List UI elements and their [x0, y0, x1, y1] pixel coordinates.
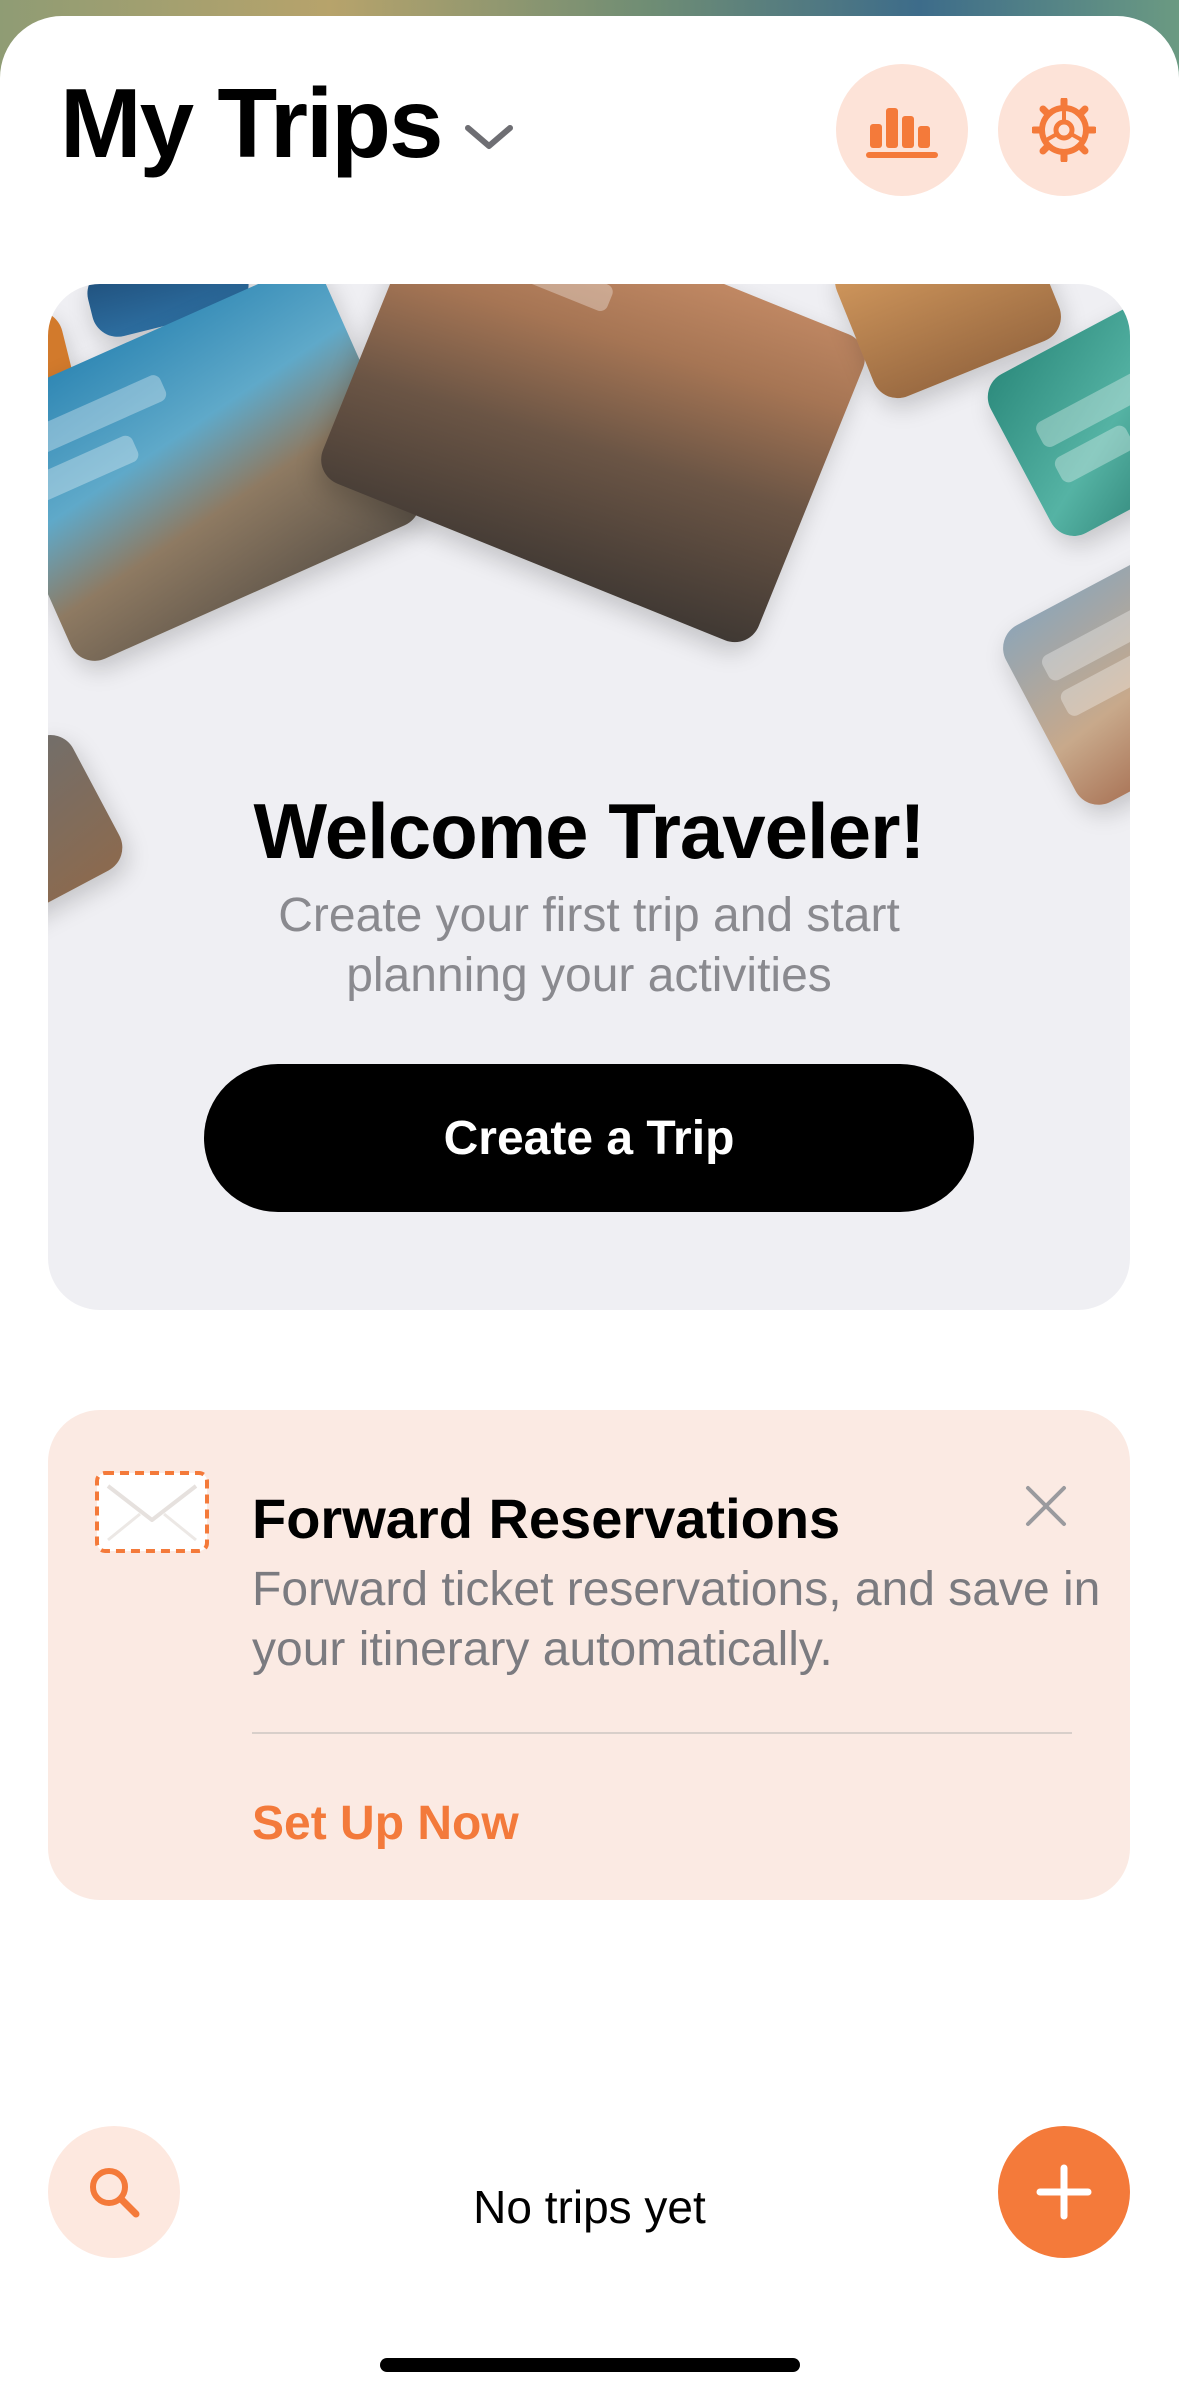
welcome-card: Welcome Traveler! Create your first trip…: [48, 284, 1130, 1310]
set-up-now-link[interactable]: Set Up Now: [252, 1796, 519, 1851]
forward-reservations-card: Forward Reservations Forward ticket rese…: [48, 1410, 1130, 1900]
create-trip-button[interactable]: Create a Trip: [204, 1064, 974, 1212]
chevron-down-icon[interactable]: [462, 122, 516, 152]
welcome-subtitle: Create your first trip and start plannin…: [278, 889, 900, 1002]
welcome-title: Welcome Traveler!: [253, 787, 926, 875]
page-title[interactable]: My Trips: [60, 74, 444, 172]
gear-icon: [1032, 98, 1096, 162]
envelope-icon: [95, 1471, 209, 1553]
forward-title: Forward Reservations: [252, 1487, 841, 1550]
stats-button[interactable]: [836, 64, 968, 196]
app-screen: My Trips Welcome Traveler! Create your f…: [0, 16, 1179, 2396]
home-indicator[interactable]: [380, 2358, 800, 2372]
close-icon[interactable]: [1020, 1480, 1072, 1532]
plus-icon: [1036, 2164, 1092, 2220]
divider: [252, 1732, 1072, 1734]
trip-photo-card: [313, 284, 873, 651]
bar-chart-icon: [866, 108, 938, 158]
forward-description: Forward ticket reservations, and save in…: [252, 1563, 1101, 1676]
trip-photo-card: [993, 534, 1130, 814]
settings-button[interactable]: [998, 64, 1130, 196]
add-trip-button[interactable]: [998, 2126, 1130, 2258]
